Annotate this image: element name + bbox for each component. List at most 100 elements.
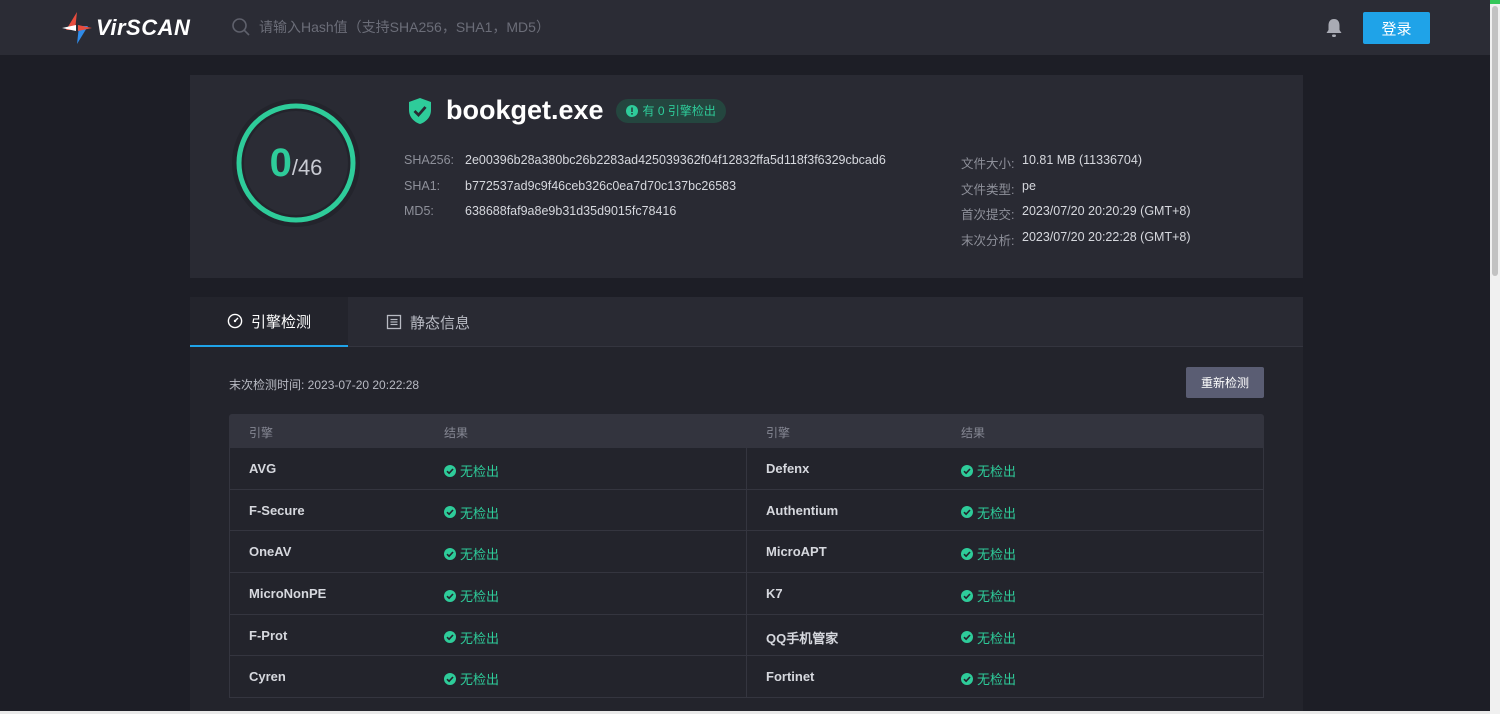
column-header-engine: 引擎 — [766, 426, 791, 440]
search-bar — [231, 16, 679, 38]
table-row: Cyren 无检出 Fortinet 无检出 — [229, 656, 1264, 699]
result-label: 无检出 — [977, 589, 1017, 605]
meta-value: 2023/07/20 20:22:28 (GMT+8) — [1022, 229, 1191, 244]
check-circle-icon — [444, 547, 456, 560]
hash-value: b772537ad9c9f46ceb326c0ea7d70c137bc26583 — [465, 178, 737, 193]
column-header-engine: 引擎 — [249, 426, 274, 440]
engine-name: OneAV — [249, 544, 292, 560]
column-divider — [746, 448, 747, 489]
engine-name: Authentium — [766, 502, 839, 518]
hash-row-md5: MD5: 638688faf9a8e9b31d35d9015fc78416 — [404, 204, 886, 230]
shield-check-icon — [409, 97, 431, 124]
column-divider — [746, 489, 747, 531]
tab-label: 静态信息 — [410, 314, 471, 332]
result-status: 无检出 — [444, 669, 499, 688]
result-status: 无检出 — [444, 544, 499, 563]
gauge-icon — [227, 313, 243, 329]
login-button[interactable]: 登录 — [1363, 12, 1430, 44]
result-label: 无检出 — [460, 505, 500, 521]
engine-name: MicroAPT — [766, 544, 827, 560]
hash-search-input[interactable] — [259, 16, 679, 38]
meta-label: 文件类型: — [961, 182, 1015, 197]
document-icon — [386, 314, 402, 330]
info-circle-icon — [625, 104, 638, 117]
virscan-logo[interactable]: VirSCAN — [62, 12, 190, 44]
result-label: 无检出 — [977, 464, 1017, 479]
scrollbar-thumb[interactable] — [1492, 6, 1498, 276]
meta-value: pe — [1022, 178, 1036, 193]
meta-row-first-submit: 首次提交: 2023/07/20 20:20:29 (GMT+8) — [961, 204, 1191, 230]
table-row: F-Prot 无检出 QQ手机管家 无检出 — [229, 614, 1264, 657]
check-circle-icon — [961, 589, 973, 602]
result-status: 无检出 — [444, 628, 499, 647]
check-circle-icon — [961, 547, 973, 560]
page-scrollbar[interactable] — [1490, 0, 1500, 714]
detection-ratio: 0 /46 — [230, 97, 362, 229]
meta-label: 首次提交: — [961, 208, 1015, 222]
hash-value: 2e00396b28a380bc26b2283ad425039362f04f12… — [465, 153, 886, 167]
result-label: 无检出 — [460, 464, 500, 479]
column-header-result: 结果 — [444, 426, 469, 440]
result-status: 无检出 — [961, 669, 1016, 688]
result-status: 无检出 — [961, 586, 1016, 605]
rescan-button[interactable]: 重新检测 — [1186, 367, 1264, 398]
file-meta-list: 文件大小: 10.81 MB (11336704) 文件类型: pe 首次提交:… — [961, 153, 1191, 255]
hash-row-sha1: SHA1: b772537ad9c9f46ceb326c0ea7d70c137b… — [404, 179, 886, 205]
engine-name: K7 — [766, 586, 783, 602]
engine-name: MicroNonPE — [249, 586, 327, 602]
column-header-result: 结果 — [961, 426, 986, 440]
table-header: 引擎 结果 引擎 结果 — [229, 414, 1264, 448]
check-circle-icon — [444, 589, 456, 602]
result-label: 无检出 — [977, 547, 1017, 563]
notification-bell-icon[interactable] — [1325, 18, 1343, 38]
tab-static-info[interactable]: 静态信息 — [386, 297, 486, 347]
meta-row-last-analysis: 末次分析: 2023/07/20 20:22:28 (GMT+8) — [961, 230, 1191, 256]
meta-label: 文件大小: — [961, 157, 1015, 171]
search-icon[interactable] — [231, 17, 251, 37]
logo-mark-icon — [62, 12, 92, 44]
engine-name: F-Secure — [249, 502, 305, 518]
hash-label: SHA256: — [404, 153, 455, 167]
column-divider — [746, 614, 747, 656]
result-label: 无检出 — [977, 672, 1017, 688]
result-label: 无检出 — [977, 630, 1017, 646]
table-row: MicroNonPE 无检出 K7 无检出 — [229, 573, 1264, 615]
meta-value: 2023/07/20 20:20:29 (GMT+8) — [1022, 204, 1191, 218]
result-label: 无检出 — [460, 672, 500, 688]
scroll-accent — [1490, 0, 1500, 4]
detected-count: 0 — [269, 140, 292, 185]
engine-name: Cyren — [249, 669, 286, 685]
engine-total: /46 — [291, 155, 323, 180]
check-circle-icon — [961, 506, 973, 519]
engine-name: Fortinet — [766, 669, 815, 685]
result-label: 无检出 — [460, 630, 500, 646]
meta-label: 末次分析: — [961, 233, 1015, 248]
tab-label: 引擎检测 — [250, 313, 311, 331]
result-label: 无检出 — [977, 505, 1017, 521]
engine-name: F-Prot — [249, 627, 288, 643]
result-status: 无检出 — [961, 461, 1016, 480]
column-divider — [746, 573, 747, 614]
tab-engine-detection[interactable]: 引擎检测 — [190, 297, 348, 347]
hash-row-sha256: SHA256: 2e00396b28a380bc26b2283ad4250393… — [404, 153, 886, 179]
check-circle-icon — [961, 464, 973, 477]
file-title: bookget.exe 有 0 引擎检出 — [408, 95, 726, 126]
engine-results-table: 引擎 结果 引擎 结果 AVG 无检出 Defenx 无检出 F-Secure 无检出 Au… — [229, 414, 1264, 699]
status-badge: 有 0 引擎检出 — [615, 98, 726, 123]
result-status: 无检出 — [961, 628, 1016, 647]
last-check-time: 末次检测时间: 2023-07-20 20:22:28 — [229, 378, 420, 392]
result-label: 无检出 — [460, 589, 500, 605]
meta-row-type: 文件类型: pe — [961, 179, 1191, 205]
check-circle-icon — [444, 506, 456, 519]
result-status: 无检出 — [444, 503, 499, 522]
hash-value: 638688faf9a8e9b31d35d9015fc78416 — [465, 204, 677, 218]
hash-label: MD5: — [404, 204, 434, 218]
result-status: 无检出 — [444, 586, 499, 605]
table-body: AVG 无检出 Defenx 无检出 F-Secure 无检出 Authentium 无检出 O… — [229, 448, 1264, 699]
top-navbar: VirSCAN 登录 — [0, 0, 1490, 55]
column-divider — [746, 656, 747, 698]
file-summary-card: 0 /46 bookget.exe 有 0 引擎检出 SHA256: 2e003… — [190, 75, 1303, 278]
column-divider — [746, 531, 747, 573]
logo-text: VirSCAN — [96, 15, 191, 40]
engine-name: QQ手机管家 — [766, 630, 839, 646]
